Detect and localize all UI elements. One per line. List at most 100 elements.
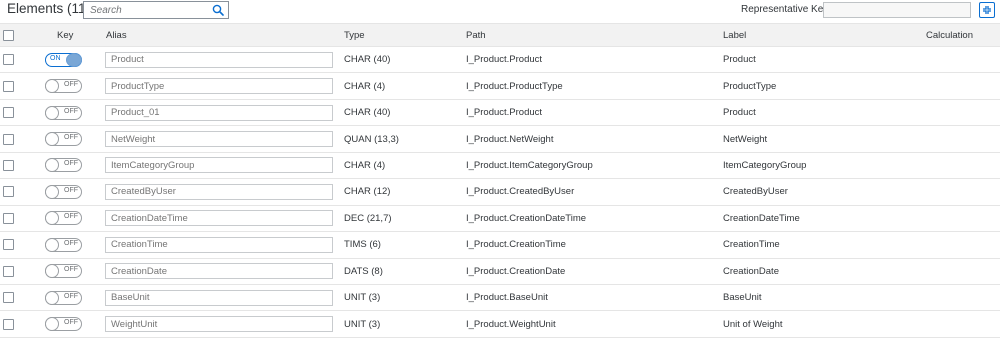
elements-table: Key Alias Type Path Label Calculation ON… xyxy=(0,23,1000,338)
alias-input[interactable] xyxy=(105,131,333,148)
row-checkbox[interactable] xyxy=(3,186,14,198)
key-switch[interactable]: OFF xyxy=(45,132,82,147)
key-switch[interactable]: OFF xyxy=(45,211,82,226)
path-cell: I_Product.CreationDateTime xyxy=(466,212,587,224)
key-switch-label: OFF xyxy=(64,186,78,194)
type-cell: CHAR (4) xyxy=(344,80,386,92)
label-cell: CreatedByUser xyxy=(723,186,788,198)
key-switch[interactable]: OFF xyxy=(45,290,82,305)
path-cell: I_Product.NetWeight xyxy=(466,133,554,145)
alias-input[interactable] xyxy=(105,51,333,68)
table-row[interactable]: OFF CHAR (40) I_Product.Product Product xyxy=(0,99,1000,127)
search-field[interactable] xyxy=(83,1,229,19)
alias-input[interactable] xyxy=(105,183,333,200)
column-header-alias[interactable]: Alias xyxy=(106,24,127,46)
key-switch-label: OFF xyxy=(64,292,78,300)
table-row[interactable]: OFF CHAR (4) I_Product.ItemCategoryGroup It… xyxy=(0,152,1000,180)
switch-knob xyxy=(45,105,59,120)
key-switch[interactable]: OFF xyxy=(45,184,82,199)
row-checkbox[interactable] xyxy=(3,54,14,66)
table-row[interactable]: ON CHAR (40) I_Product.Product Product xyxy=(0,47,1000,74)
key-switch[interactable]: OFF xyxy=(45,158,82,173)
type-cell: UNIT (3) xyxy=(344,292,381,304)
key-switch[interactable]: OFF xyxy=(45,264,82,279)
key-switch-label: ON xyxy=(50,54,61,62)
path-cell: I_Product.CreationTime xyxy=(466,239,566,251)
select-all-checkbox[interactable] xyxy=(3,29,14,41)
row-checkbox[interactable] xyxy=(3,239,14,251)
row-checkbox[interactable] xyxy=(3,159,14,171)
path-cell: I_Product.WeightUnit xyxy=(466,318,556,330)
type-cell: CHAR (4) xyxy=(344,159,386,171)
path-cell: I_Product.CreationDate xyxy=(466,265,566,277)
table-row[interactable]: OFF CHAR (12) I_Product.CreatedByUser Creat… xyxy=(0,179,1000,206)
alias-input[interactable] xyxy=(105,263,333,280)
column-header-label[interactable]: Label xyxy=(723,24,746,46)
row-checkbox[interactable] xyxy=(3,318,14,330)
type-cell: CHAR (40) xyxy=(344,107,391,119)
row-checkbox[interactable] xyxy=(3,80,14,92)
type-cell: DEC (21,7) xyxy=(344,212,392,224)
label-cell: Unit of Weight xyxy=(723,318,783,330)
key-switch-label: OFF xyxy=(64,160,78,168)
table-row[interactable]: OFF DATS (8) I_Product.CreationDate Creatio… xyxy=(0,258,1000,285)
table-row[interactable]: OFF CHAR (4) I_Product.ProductType ProductT… xyxy=(0,73,1000,100)
key-switch[interactable]: OFF xyxy=(45,317,82,332)
row-checkbox[interactable] xyxy=(3,265,14,277)
label-cell: NetWeight xyxy=(723,133,768,145)
switch-knob xyxy=(45,158,59,173)
label-cell: BaseUnit xyxy=(723,292,762,304)
exit-fullscreen-icon[interactable] xyxy=(979,2,995,18)
row-checkbox[interactable] xyxy=(3,133,14,145)
path-cell: I_Product.ProductType xyxy=(466,80,563,92)
key-switch-label: OFF xyxy=(64,81,78,89)
path-cell: I_Product.CreatedByUser xyxy=(466,186,575,198)
alias-input[interactable] xyxy=(105,210,333,227)
key-switch[interactable]: OFF xyxy=(45,237,82,252)
table-title: Elements (11) xyxy=(7,1,91,16)
type-cell: UNIT (3) xyxy=(344,318,381,330)
representative-key-input[interactable] xyxy=(823,2,971,18)
path-cell: I_Product.ItemCategoryGroup xyxy=(466,159,593,171)
representative-key-label: Representative Key xyxy=(741,4,829,15)
alias-input[interactable] xyxy=(105,316,333,333)
search-icon[interactable] xyxy=(208,2,228,18)
row-checkbox[interactable] xyxy=(3,212,14,224)
table-row[interactable]: OFF TIMS (6) I_Product.CreationTime Creatio… xyxy=(0,232,1000,259)
switch-knob xyxy=(45,264,59,279)
switch-knob xyxy=(45,237,59,252)
switch-knob xyxy=(45,132,59,147)
alias-input[interactable] xyxy=(105,104,333,121)
column-header-path[interactable]: Path xyxy=(466,24,486,46)
key-switch-label: OFF xyxy=(64,107,78,115)
label-cell: Product xyxy=(723,107,756,119)
label-cell: CreationDate xyxy=(723,265,779,277)
table-row[interactable]: OFF DEC (21,7) I_Product.CreationDateTime C… xyxy=(0,205,1000,233)
type-cell: QUAN (13,3) xyxy=(344,133,399,145)
alias-input[interactable] xyxy=(105,157,333,174)
switch-knob xyxy=(45,184,59,199)
path-cell: I_Product.Product xyxy=(466,107,543,119)
key-switch-label: OFF xyxy=(64,213,78,221)
alias-input[interactable] xyxy=(105,289,333,306)
key-switch[interactable]: ON xyxy=(45,52,82,67)
key-switch[interactable]: OFF xyxy=(45,79,82,94)
row-checkbox[interactable] xyxy=(3,107,14,119)
search-input[interactable] xyxy=(84,2,208,18)
switch-knob xyxy=(66,52,82,67)
row-checkbox[interactable] xyxy=(3,292,14,304)
switch-knob xyxy=(45,317,59,332)
alias-input[interactable] xyxy=(105,78,333,95)
alias-input[interactable] xyxy=(105,236,333,253)
table-row[interactable]: OFF UNIT (3) I_Product.BaseUnit BaseUnit xyxy=(0,284,1000,312)
path-cell: I_Product.BaseUnit xyxy=(466,292,548,304)
table-row[interactable]: OFF QUAN (13,3) I_Product.NetWeight NetWeig… xyxy=(0,126,1000,153)
column-header-calculation[interactable]: Calculation xyxy=(926,24,973,46)
label-cell: CreationTime xyxy=(723,239,780,251)
table-row[interactable]: OFF UNIT (3) I_Product.WeightUnit Unit of W… xyxy=(0,311,1000,338)
type-cell: CHAR (40) xyxy=(344,54,391,66)
column-header-key[interactable]: Key xyxy=(57,24,73,46)
column-header-type[interactable]: Type xyxy=(344,24,365,46)
key-switch[interactable]: OFF xyxy=(45,105,82,120)
switch-knob xyxy=(45,79,59,94)
